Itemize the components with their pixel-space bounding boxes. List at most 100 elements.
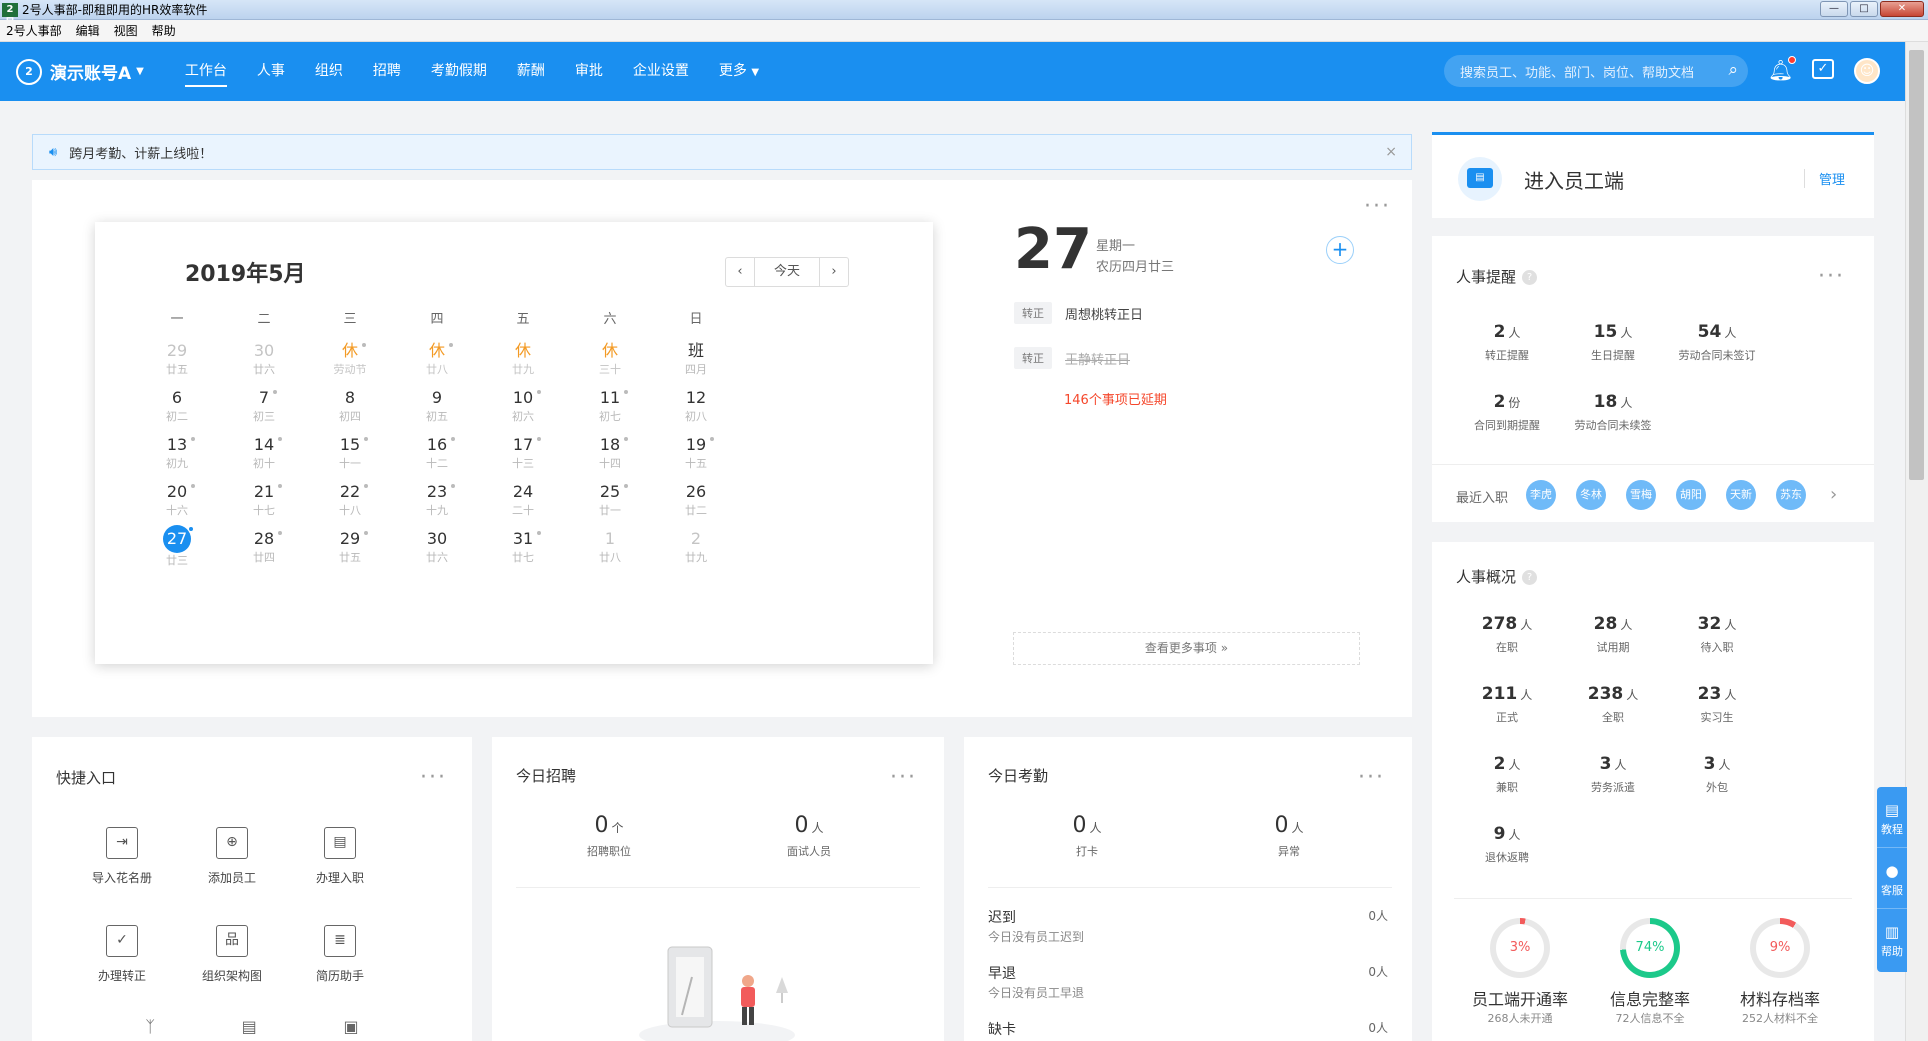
help-icon[interactable]: ? <box>1522 570 1538 585</box>
attendance-row-name[interactable]: 早退 <box>988 963 1016 983</box>
view-more-events-button[interactable]: 查看更多事项 » <box>1013 632 1360 665</box>
calendar-day[interactable]: 10 初六 <box>493 387 553 424</box>
calendar-day[interactable]: 25 廿一 <box>580 481 640 518</box>
nav-organization[interactable]: 组织 <box>300 42 358 101</box>
calendar-day[interactable]: 30 廿六 <box>407 528 467 565</box>
close-icon[interactable]: × <box>1385 144 1397 160</box>
announcement-text[interactable]: 跨月考勤、计薪上线啦！ <box>69 143 212 162</box>
calendar-day[interactable]: 27 廿三 <box>147 525 207 568</box>
nav-payroll[interactable]: 薪酬 <box>502 42 560 101</box>
menu-view[interactable]: 视图 <box>114 22 138 39</box>
calendar-day[interactable]: 11 初七 <box>580 387 640 424</box>
recent-hire-avatar[interactable]: 李虎 <box>1526 480 1556 510</box>
calendar-day[interactable]: 24 二十 <box>493 481 553 518</box>
menu-edit[interactable]: 编辑 <box>76 22 100 39</box>
recruit-stat-positions[interactable]: 0个 招聘职位 <box>544 813 674 859</box>
more-options-icon[interactable]: ··· <box>1364 196 1391 218</box>
quick-entry-item[interactable]: ✓ 办理转正 <box>72 925 172 984</box>
recent-hire-avatar[interactable]: 冬林 <box>1576 480 1606 510</box>
tutorial-tab[interactable]: ▤ 教程 <box>1877 787 1907 848</box>
close-window-button[interactable]: ✕ <box>1880 1 1924 17</box>
calendar-day[interactable]: 1 廿八 <box>580 528 640 565</box>
calendar-day[interactable]: 休廿八 <box>407 340 467 377</box>
calendar-day[interactable]: 12 初八 <box>666 387 726 424</box>
reminder-stat[interactable]: 54 人劳动合同未签订 <box>1652 322 1782 363</box>
recent-hire-avatar[interactable]: 雪梅 <box>1626 480 1656 510</box>
calendar-day[interactable]: 9 初五 <box>407 387 467 424</box>
calendar-day[interactable]: 31 廿七 <box>493 528 553 565</box>
nav-company-settings[interactable]: 企业设置 <box>618 42 704 101</box>
calendar-day[interactable]: 21 十七 <box>234 481 294 518</box>
calendar-day[interactable]: 23 十九 <box>407 481 467 518</box>
calendar-day[interactable]: 班四月 <box>666 340 726 377</box>
calendar-day[interactable]: 20 十六 <box>147 481 207 518</box>
search-icon[interactable]: ⌕ <box>1728 60 1738 80</box>
calendar-day[interactable]: 26 廿二 <box>666 481 726 518</box>
help-icon[interactable]: ? <box>1522 270 1538 285</box>
more-options-icon[interactable]: ··· <box>890 767 917 789</box>
nav-approval[interactable]: 审批 <box>560 42 618 101</box>
nav-recruitment[interactable]: 招聘 <box>358 42 416 101</box>
chevron-right-icon[interactable]: › <box>1830 484 1837 505</box>
recruit-stat-interviewees[interactable]: 0人 面试人员 <box>744 813 874 859</box>
bell-icon[interactable]: 🔔︎ <box>1768 56 1797 82</box>
global-search-input[interactable]: 搜索员工、功能、部门、岗位、帮助文档 ⌕ <box>1444 55 1748 87</box>
calendar-day[interactable]: 15 十一 <box>320 434 380 471</box>
page-scrollbar[interactable] <box>1905 42 1928 1041</box>
todo-check-icon[interactable]: ✓ <box>1812 59 1834 79</box>
calendar-day[interactable]: 28 廿四 <box>234 528 294 565</box>
recent-hire-avatar[interactable]: 胡阳 <box>1676 480 1706 510</box>
calendar-day[interactable]: 休劳动节 <box>320 340 380 377</box>
calendar-day[interactable]: 17 十三 <box>493 434 553 471</box>
recent-hire-avatar[interactable]: 苏东 <box>1776 480 1806 510</box>
calendar-day[interactable]: 18 十四 <box>580 434 640 471</box>
calendar-day[interactable]: 7 初三 <box>234 387 294 424</box>
calendar-day[interactable]: 29 廿五 <box>147 340 207 377</box>
today-button[interactable]: 今天 <box>754 258 820 286</box>
next-month-button[interactable]: › <box>820 258 848 286</box>
attendance-stat-clockin[interactable]: 0人 打卡 <box>1022 813 1152 859</box>
quick-entry-item[interactable]: ▤ 办理入职 <box>290 827 390 886</box>
document-icon[interactable]: ▤ <box>242 1017 257 1041</box>
calendar-day[interactable]: 休廿九 <box>493 340 553 377</box>
recent-hire-avatar[interactable]: 天新 <box>1726 480 1756 510</box>
progress-ring[interactable]: 74% <box>1620 918 1680 978</box>
attendance-row-name[interactable]: 缺卡 <box>988 1019 1016 1039</box>
nav-workbench[interactable]: 工作台 <box>170 42 242 101</box>
user-avatar[interactable]: ☺ <box>1854 58 1880 84</box>
attendance-row-name[interactable]: 迟到 <box>988 907 1016 927</box>
nav-more[interactable]: 更多 ▼ <box>704 42 774 101</box>
minimize-button[interactable]: — <box>1820 1 1848 17</box>
overdue-link[interactable]: 146个事项已延期 <box>1064 389 1167 408</box>
overview-stat[interactable]: 9 人退休返聘 <box>1442 824 1572 865</box>
account-switcher[interactable]: 2 演示账号A ▼ <box>16 58 144 85</box>
employee-portal-title[interactable]: 进入员工端 <box>1524 165 1624 194</box>
calendar-day[interactable]: 8 初四 <box>320 387 380 424</box>
progress-ring[interactable]: 9% <box>1750 918 1810 978</box>
scrollbar-thumb[interactable] <box>1909 50 1924 480</box>
overview-stat[interactable]: 23 人实习生 <box>1652 684 1782 725</box>
calendar-day[interactable]: 19 十五 <box>666 434 726 471</box>
add-event-button[interactable]: + <box>1326 236 1354 264</box>
calendar-day[interactable]: 13 初九 <box>147 434 207 471</box>
calendar-day[interactable]: 29 廿五 <box>320 528 380 565</box>
nav-attendance[interactable]: 考勤假期 <box>416 42 502 101</box>
calendar-day[interactable]: 30 廿六 <box>234 340 294 377</box>
team-icon[interactable]: ᛉ <box>145 1017 155 1041</box>
event-item-done[interactable]: 王静转正日 <box>1065 349 1130 368</box>
calendar-day[interactable]: 16 十二 <box>407 434 467 471</box>
calendar-day[interactable]: 6 初二 <box>147 387 207 424</box>
overview-stat[interactable]: 32 人待入职 <box>1652 614 1782 655</box>
menu-app[interactable]: 2号人事部 <box>6 22 62 39</box>
progress-ring[interactable]: 3% <box>1490 918 1550 978</box>
help-tab[interactable]: ▥ 帮助 <box>1877 909 1907 970</box>
manage-link[interactable]: 管理 <box>1804 169 1845 188</box>
quick-entry-item[interactable]: 品组织架构图 <box>182 925 282 984</box>
more-options-icon[interactable]: ··· <box>1818 266 1845 288</box>
calendar-day[interactable]: 22 十八 <box>320 481 380 518</box>
more-options-icon[interactable]: ··· <box>420 767 447 789</box>
customer-service-tab[interactable]: ● 客服 <box>1877 848 1907 909</box>
more-options-icon[interactable]: ··· <box>1358 767 1385 789</box>
overview-stat[interactable]: 3 人外包 <box>1652 754 1782 795</box>
maximize-button[interactable]: □ <box>1850 1 1878 17</box>
